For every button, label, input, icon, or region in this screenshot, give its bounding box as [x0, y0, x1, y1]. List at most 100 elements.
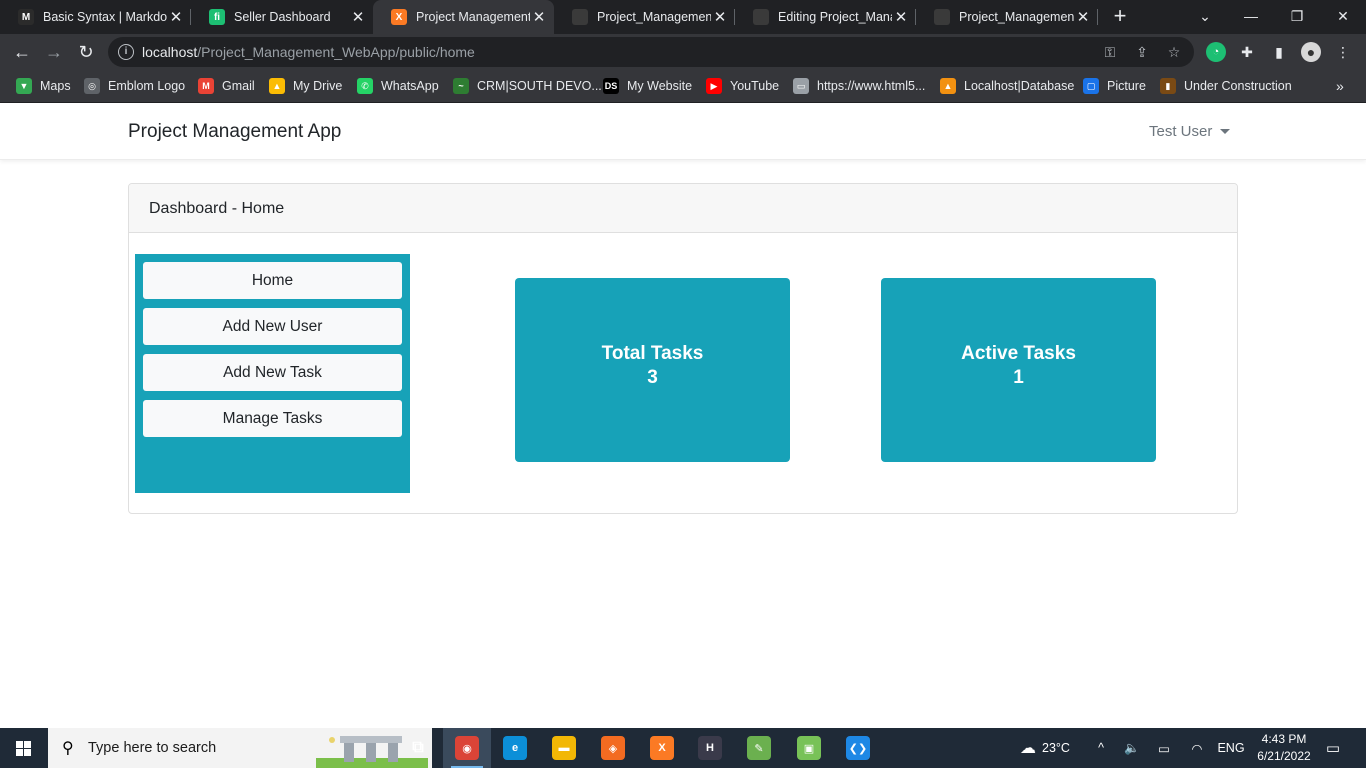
- bookmark-item[interactable]: ~ CRM|SOUTH DEVO...: [453, 76, 602, 96]
- sidebar-add-task-button[interactable]: Add New Task: [143, 354, 402, 391]
- close-tab-icon[interactable]: ✕: [167, 8, 185, 26]
- bookmark-star-icon[interactable]: ☆: [1164, 42, 1184, 62]
- close-tab-icon[interactable]: ✕: [892, 8, 910, 26]
- github-icon: [572, 9, 588, 25]
- wifi-icon[interactable]: ◠: [1184, 728, 1210, 768]
- taskbar-app-button[interactable]: ◈: [589, 728, 637, 768]
- browser-tab[interactable]: Project_Management_ ✕: [554, 0, 735, 34]
- bookmark-item[interactable]: ▲ Localhost|Database: [940, 76, 1074, 96]
- total-tasks-card: Total Tasks 3: [515, 278, 790, 462]
- tab-title: Project Management: [416, 10, 530, 24]
- card-title: Dashboard - Home: [149, 200, 285, 217]
- bookmark-item[interactable]: ▢ Picture: [1083, 76, 1146, 96]
- bookmark-label: Localhost|Database: [964, 79, 1075, 93]
- close-tab-icon[interactable]: ✕: [711, 8, 729, 26]
- taskbar-app-button[interactable]: ✎: [735, 728, 783, 768]
- bookmark-label: My Website: [627, 79, 693, 93]
- taskbar-app-button[interactable]: ❮❯: [834, 728, 882, 768]
- sidebar-home-button[interactable]: Home: [143, 262, 402, 299]
- maps-icon: ▼: [16, 78, 32, 94]
- close-tab-icon[interactable]: ✕: [1074, 8, 1092, 26]
- notepad-icon: ✎: [747, 736, 771, 760]
- close-window-button[interactable]: ✕: [1320, 0, 1366, 34]
- xampp-icon: X: [650, 736, 674, 760]
- close-tab-icon[interactable]: ✕: [530, 8, 548, 26]
- profile-avatar[interactable]: ●: [1301, 42, 1321, 62]
- postman-icon: ◈: [601, 736, 625, 760]
- taskbar-app-button[interactable]: H: [686, 728, 734, 768]
- url-text[interactable]: localhost/Project_Management_WebApp/publ…: [142, 44, 475, 60]
- new-tab-button[interactable]: +: [1108, 4, 1132, 28]
- globe-icon: ◎: [84, 78, 100, 94]
- browser-tab[interactable]: fi Seller Dashboard ✕: [191, 0, 373, 34]
- bookmark-item[interactable]: ◎ Emblom Logo: [84, 76, 185, 96]
- bookmark-item[interactable]: ▶ YouTube: [706, 76, 779, 96]
- browser-tab[interactable]: Project_Management_ ✕: [916, 0, 1098, 34]
- weather-widget[interactable]: ☁ 23°C: [1010, 728, 1080, 768]
- bookmark-item[interactable]: DS My Website: [603, 76, 692, 96]
- xampp-icon: X: [391, 9, 407, 25]
- extension-icon[interactable]: ◔: [1206, 42, 1226, 62]
- clock-date: 6/21/2022: [1257, 749, 1311, 763]
- search-placeholder: Type here to search: [88, 740, 217, 756]
- more-bookmarks-icon[interactable]: »: [1336, 76, 1344, 96]
- task-view-icon[interactable]: ⧉: [394, 728, 442, 768]
- bookmark-item[interactable]: ▼ Maps: [16, 76, 71, 96]
- address-bar[interactable]: i localhost/Project_Management_WebApp/pu…: [108, 37, 1194, 67]
- youtube-icon: ▶: [706, 78, 722, 94]
- taskbar-app-button[interactable]: ◉: [443, 728, 491, 768]
- bookmark-item[interactable]: ▲ My Drive: [269, 76, 342, 96]
- tab-search-icon[interactable]: ⌄: [1182, 0, 1228, 34]
- windows-logo-icon: [16, 741, 32, 756]
- back-icon[interactable]: ←: [9, 39, 35, 65]
- taskbar-app-button[interactable]: X: [638, 728, 686, 768]
- share-icon[interactable]: ⇪: [1132, 42, 1152, 62]
- system-clock[interactable]: 4:43 PM 6/21/2022: [1248, 731, 1320, 765]
- show-hidden-icons[interactable]: ^: [1090, 728, 1112, 768]
- maximize-button[interactable]: ❐: [1274, 0, 1320, 34]
- bookmark-item[interactable]: ▭ https://www.html5...: [793, 76, 925, 96]
- side-panel-icon[interactable]: ▮: [1269, 42, 1289, 62]
- close-tab-icon[interactable]: ✕: [349, 8, 367, 26]
- key-icon[interactable]: ⚿: [1100, 42, 1120, 62]
- ds-icon: DS: [603, 78, 619, 94]
- bookmark-item[interactable]: ▮ Under Construction: [1160, 76, 1292, 96]
- tab-title: Basic Syntax | Markdo: [43, 10, 167, 24]
- browser-tab[interactable]: X Project Management ✕: [373, 0, 554, 34]
- battery-icon[interactable]: ▭: [1152, 728, 1176, 768]
- picture-icon: ▢: [1083, 78, 1099, 94]
- extensions-puzzle-icon[interactable]: ✚: [1237, 42, 1257, 62]
- taskbar-app-button[interactable]: ▬: [540, 728, 588, 768]
- bookmark-item[interactable]: M Gmail: [198, 76, 255, 96]
- language-indicator[interactable]: ENG: [1214, 728, 1248, 768]
- forward-icon[interactable]: →: [41, 39, 67, 65]
- taskbar-search-box[interactable]: ⚲ Type here to search: [48, 728, 432, 768]
- gmail-icon: M: [198, 78, 214, 94]
- app-brand[interactable]: Project Management App: [128, 121, 341, 143]
- notifications-icon[interactable]: ▭: [1320, 728, 1346, 768]
- clock-time: 4:43 PM: [1261, 732, 1307, 746]
- sidebar-manage-tasks-button[interactable]: Manage Tasks: [143, 400, 402, 437]
- taskbar-app-button[interactable]: e: [491, 728, 539, 768]
- site-info-icon[interactable]: i: [118, 44, 134, 60]
- browser-tab[interactable]: Editing Project_Manag ✕: [735, 0, 916, 34]
- stat-label: Active Tasks: [961, 343, 1076, 364]
- caret-down-icon: [1220, 129, 1231, 134]
- start-button[interactable]: [0, 728, 48, 768]
- reload-icon[interactable]: ↻: [73, 39, 99, 65]
- minimize-button[interactable]: —: [1228, 0, 1274, 34]
- crm-icon: ~: [453, 78, 469, 94]
- stat-value: 3: [647, 367, 658, 388]
- taskbar-app-button[interactable]: ▣: [785, 728, 833, 768]
- volume-icon[interactable]: 🔈: [1120, 728, 1144, 768]
- drive-icon: ▲: [269, 78, 285, 94]
- bookmark-label: Picture: [1107, 79, 1146, 93]
- menu-kebab-icon[interactable]: ⋮: [1333, 42, 1353, 62]
- bookmark-item[interactable]: ✆ WhatsApp: [357, 76, 439, 96]
- tab-title: Project_Management_: [597, 10, 711, 24]
- stat-label: Total Tasks: [601, 343, 704, 364]
- user-dropdown[interactable]: Test User: [1149, 123, 1231, 140]
- browser-tab[interactable]: M Basic Syntax | Markdo ✕: [0, 0, 191, 34]
- sidebar-add-user-button[interactable]: Add New User: [143, 308, 402, 345]
- android-icon: ▣: [797, 736, 821, 760]
